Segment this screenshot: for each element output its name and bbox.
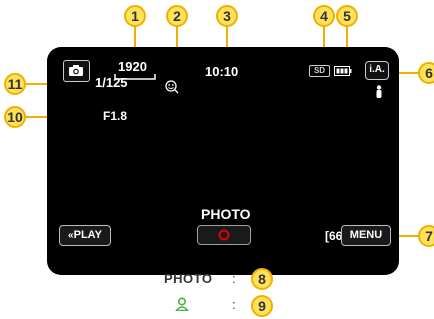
callout-9: 9: [251, 295, 273, 317]
battery-icon: [334, 66, 352, 76]
time-label: 10:10: [205, 64, 239, 79]
menu-label: MENU: [349, 229, 383, 241]
play-button[interactable]: «PLAY: [59, 225, 111, 246]
intelligent-auto-button[interactable]: i.A.: [365, 61, 389, 80]
callout-1: 1: [124, 5, 146, 27]
intelligent-auto-label: i.A.: [369, 64, 385, 75]
callout-8: 8: [251, 268, 273, 290]
sd-card-badge: SD: [309, 65, 330, 77]
image-size-label: 1920: [118, 59, 147, 74]
callout-2: 2: [166, 5, 188, 27]
smile-shot-icon: [165, 80, 179, 94]
callout-10: 10: [4, 106, 26, 128]
camera-icon: [69, 65, 83, 76]
callout-5: 5: [336, 5, 358, 27]
callout-4: 4: [313, 5, 335, 27]
person-scene-legend-icon: [175, 297, 189, 311]
shutter-speed-label: 1/125: [95, 75, 128, 90]
still-image-mode-button[interactable]: [63, 60, 90, 82]
photo-mode-label: PHOTO: [201, 206, 251, 222]
callout-11: 11: [4, 73, 26, 95]
legend-colon-9: :: [232, 297, 236, 312]
legend-colon-8: :: [232, 271, 236, 286]
record-circle-icon: [218, 229, 230, 241]
record-button[interactable]: [197, 225, 251, 245]
legend-photo-label: PHOTO: [164, 271, 213, 286]
callout-3: 3: [216, 5, 238, 27]
menu-button[interactable]: MENU: [341, 225, 391, 246]
person-scene-icon: [376, 85, 382, 98]
play-label: PLAY: [73, 229, 102, 241]
callout-6: 6: [418, 62, 434, 84]
callout-7: 7: [418, 225, 434, 247]
camera-lcd-screen: 1920 1/125 10:10 SD i.A. F1.8 [6630] PHO…: [47, 47, 399, 275]
sd-card-label: SD: [313, 66, 326, 75]
aperture-label: F1.8: [103, 109, 128, 123]
